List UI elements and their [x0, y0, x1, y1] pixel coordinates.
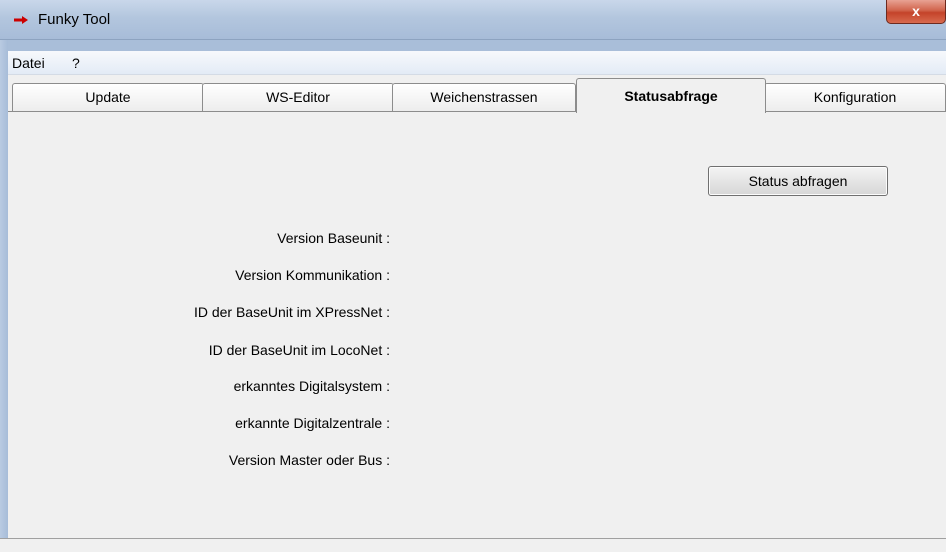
red-arrow-icon: [14, 16, 28, 24]
window-frame-top: [8, 40, 946, 51]
tab-weichenstrassen[interactable]: Weichenstrassen: [392, 83, 576, 112]
title-bar[interactable]: Funky Tool x: [0, 0, 946, 40]
tab-label: WS-Editor: [266, 89, 330, 105]
statusabfrage-panel: Status abfragen Version Baseunit : Versi…: [8, 111, 946, 538]
close-icon: x: [912, 3, 920, 19]
label-id-xpressnet: ID der BaseUnit im XPressNet :: [193, 304, 390, 320]
status-bar: [0, 538, 946, 552]
close-button[interactable]: x: [886, 0, 946, 24]
tab-label: Statusabfrage: [624, 88, 718, 104]
label-digitalsystem: erkanntes Digitalsystem :: [233, 378, 390, 394]
label-version-kommunikation: Version Kommunikation :: [235, 267, 390, 283]
label-version-master-bus: Version Master oder Bus :: [228, 452, 390, 468]
window-title: Funky Tool: [38, 11, 111, 28]
tab-strip: Update WS-Editor Weichenstrassen Statusa…: [8, 75, 946, 113]
menu-bar: Datei ?: [8, 51, 946, 75]
window-frame-left: [0, 40, 8, 552]
label-version-baseunit: Version Baseunit :: [277, 230, 390, 246]
label-digitalzentrale: erkannte Digitalzentrale :: [235, 415, 390, 431]
tab-label: Weichenstrassen: [430, 89, 538, 105]
status-abfragen-button[interactable]: Status abfragen: [708, 166, 888, 196]
tab-label: Update: [85, 89, 131, 105]
tab-ws-editor[interactable]: WS-Editor: [202, 83, 394, 112]
menu-help[interactable]: ?: [72, 55, 80, 71]
tab-statusabfrage[interactable]: Statusabfrage: [576, 78, 766, 113]
label-id-loconet: ID der BaseUnit im LocoNet :: [208, 342, 390, 358]
tab-update[interactable]: Update: [12, 83, 204, 112]
tab-konfiguration[interactable]: Konfiguration: [764, 83, 946, 112]
tab-label: Konfiguration: [813, 89, 897, 105]
menu-datei[interactable]: Datei: [12, 55, 45, 71]
